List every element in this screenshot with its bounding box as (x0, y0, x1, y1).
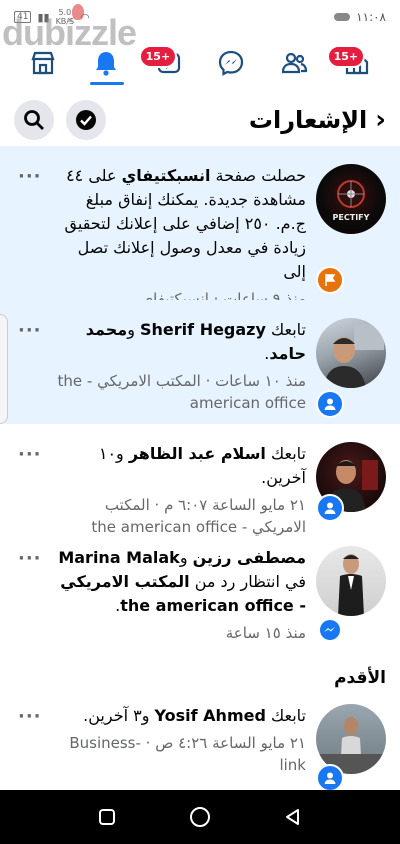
flag-icon (325, 274, 336, 286)
signal-icon: ▮▮ (37, 10, 50, 24)
back-button[interactable] (281, 805, 305, 829)
avatar-wrap (314, 442, 390, 522)
notification-body: حصلت صفحة انسبكتيفاي على ٤٤ مشاهدة جديدة… (48, 164, 314, 308)
user-avatar (316, 546, 386, 616)
home-circle-icon (189, 807, 210, 827)
avatar-wrap: PECTIFY (314, 164, 390, 294)
notifications-header: ‹ الإشعارات (0, 96, 400, 144)
wifi-icon: ◠ (80, 10, 90, 24)
notification-time: ٢١ مايو الساعة ٤:٢٦ ص · Business-link (69, 734, 306, 774)
header-title-group: ‹ الإشعارات (249, 105, 386, 135)
page-title: الإشعارات (248, 106, 368, 134)
older-section-title: الأقدم (334, 668, 386, 688)
avatar-label: PECTIFY (332, 213, 370, 222)
person-photo (338, 554, 364, 616)
status-bar: 41 ▮▮ 5.0 KB/S ◠ ١١:٠٨ (0, 0, 400, 34)
android-nav-bar (0, 790, 400, 844)
notification-body: تابعك Yosif Ahmed و٣ آخرين. ٢١ مايو السا… (48, 704, 314, 788)
more-options-button[interactable]: ··· (18, 546, 48, 640)
video-badge: 15+ (138, 45, 178, 68)
notification-text: تابعك اسلام عبد الظاهر و١٠ آخرين. (98, 444, 306, 487)
nav-marketplace[interactable] (19, 41, 67, 85)
edge-panel-handle[interactable] (0, 314, 8, 424)
status-time: ١١:٠٨ (356, 10, 386, 24)
nav-friends[interactable] (270, 41, 318, 85)
notification-text: تابعك Sherif Hegazy ومحمد حامد. (85, 320, 306, 363)
nav-video[interactable]: 15+ (138, 41, 193, 85)
avatar-wrap (314, 704, 390, 792)
user-avatar (316, 318, 386, 388)
follow-badge (316, 494, 344, 522)
notification-body: مصطفى رزين وMarina Malak في انتظار رد من… (48, 546, 314, 642)
notification-item[interactable]: PECTIFY حصلت صفحة انسبكتيفاي على ٤٤ مشاه… (0, 146, 400, 308)
battery-indicator: 41 (14, 11, 32, 23)
network-speed: 5.0 KB/S (55, 8, 75, 26)
more-options-button[interactable]: ··· (18, 704, 48, 788)
avatar-wrap (314, 546, 390, 644)
notification-text: تابعك Yosif Ahmed و٣ آخرين. (83, 706, 306, 725)
cloud-icon (334, 13, 351, 21)
more-options-button[interactable]: ··· (18, 164, 48, 290)
status-right: ١١:٠٨ (334, 10, 386, 24)
notification-body: تابعك Sherif Hegazy ومحمد حامد. منذ ١٠ س… (48, 318, 314, 414)
bell-icon (95, 52, 116, 76)
follow-badge (316, 764, 344, 792)
nav-notifications[interactable] (82, 41, 130, 85)
notification-list: PECTIFY حصلت صفحة انسبكتيفاي على ٤٤ مشاه… (0, 146, 400, 798)
header-actions (14, 100, 106, 140)
messenger-icon (219, 50, 244, 76)
inspectify-logo (337, 180, 365, 208)
nav-messenger[interactable] (207, 41, 255, 85)
marketplace-icon (31, 51, 55, 75)
top-nav: 15+ 15+ (0, 36, 400, 90)
recent-apps-button[interactable] (95, 805, 119, 829)
check-circle-icon (76, 110, 96, 130)
person-photo (324, 324, 384, 388)
flag-badge (316, 266, 344, 294)
person-icon (324, 772, 336, 784)
nav-home[interactable]: 15+ (326, 41, 381, 85)
friends-icon (281, 52, 308, 74)
active-tab-indicator (89, 82, 124, 85)
home-badge: 15+ (326, 45, 366, 68)
notification-item[interactable]: تابعك اسلام عبد الظاهر و١٠ آخرين. ٢١ ماي… (0, 424, 400, 536)
page-avatar: PECTIFY (316, 164, 386, 234)
follow-badge (316, 390, 344, 418)
status-left: 41 ▮▮ 5.0 KB/S ◠ (14, 8, 90, 26)
search-button[interactable] (14, 100, 54, 140)
search-icon (24, 110, 44, 130)
messenger-badge (316, 616, 344, 644)
mark-all-read-button[interactable] (66, 100, 106, 140)
back-chevron-icon[interactable]: ‹ (375, 105, 386, 135)
notification-item[interactable]: تابعك Yosif Ahmed و٣ آخرين. ٢١ مايو السا… (0, 694, 400, 798)
avatar-wrap (314, 318, 390, 418)
home-button[interactable] (188, 805, 212, 829)
back-triangle-icon (286, 809, 300, 825)
messenger-icon (320, 620, 340, 640)
person-icon (324, 502, 336, 514)
person-icon (324, 398, 336, 410)
notification-time: منذ ١٥ ساعة (225, 624, 306, 642)
notification-body: تابعك اسلام عبد الظاهر و١٠ آخرين. ٢١ ماي… (48, 442, 314, 536)
notification-text: حصلت صفحة انسبكتيفاي على ٤٤ مشاهدة جديدة… (64, 166, 306, 281)
notification-time: منذ ١٠ ساعات · المكتب الامريكي - the ame… (57, 372, 306, 412)
notification-text: مصطفى رزين وMarina Malak في انتظار رد من… (58, 548, 306, 615)
notification-item[interactable]: مصطفى رزين وMarina Malak في انتظار رد من… (0, 528, 400, 650)
more-options-button[interactable]: ··· (18, 318, 48, 414)
notification-item[interactable]: تابعك Sherif Hegazy ومحمد حامد. منذ ١٠ س… (0, 300, 400, 424)
more-options-button[interactable]: ··· (18, 442, 48, 518)
recent-apps-icon (98, 809, 115, 825)
